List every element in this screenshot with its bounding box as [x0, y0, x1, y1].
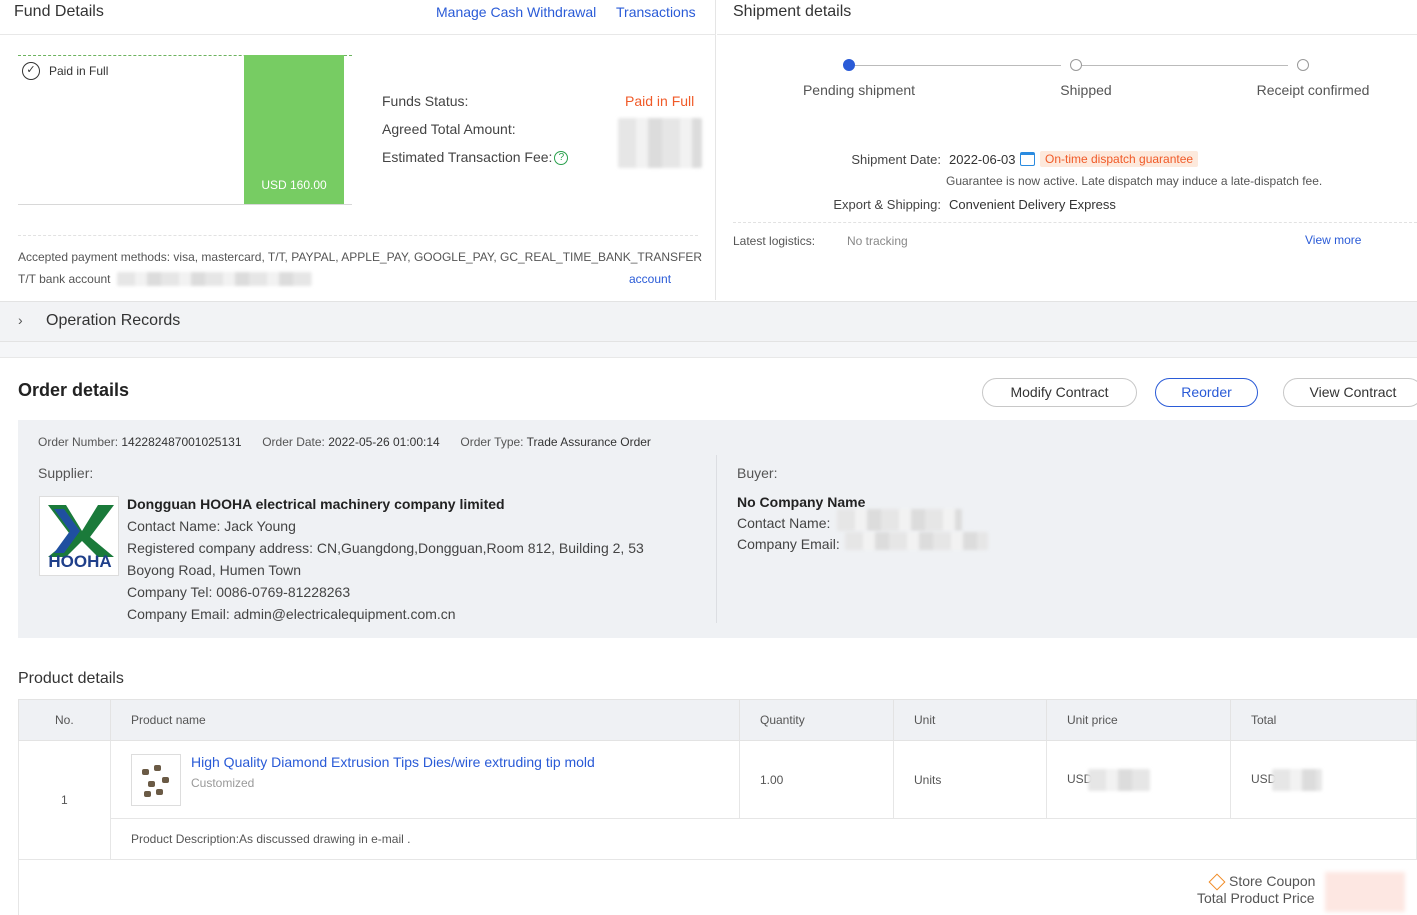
- supplier-info: Dongguan HOOHA electrical machinery comp…: [127, 493, 687, 625]
- product-details-title: Product details: [18, 670, 124, 687]
- row-unit-price: USD: [1046, 740, 1231, 819]
- total-product-price-label: Total Product Price: [1197, 890, 1315, 906]
- product-name-link[interactable]: High Quality Diamond Extrusion Tips Dies…: [191, 754, 595, 770]
- step-connector: [855, 65, 1061, 66]
- product-description: Product Description:As discussed drawing…: [110, 818, 1417, 860]
- modify-contract-button[interactable]: Modify Contract: [982, 378, 1137, 407]
- step-dot-shipped: [1070, 59, 1082, 71]
- header-unit: Unit: [893, 699, 1047, 741]
- order-date-label: Order Date:: [262, 435, 325, 449]
- header-total: Total: [1230, 699, 1417, 741]
- table-header-row: No. Product name Quantity Unit Unit pric…: [18, 699, 1417, 741]
- reorder-button[interactable]: Reorder: [1155, 378, 1258, 407]
- accepted-payment-methods: Accepted payment methods: visa, masterca…: [18, 250, 703, 264]
- paid-in-full-legend: Paid in Full: [49, 64, 109, 78]
- operation-records-title[interactable]: Operation Records: [46, 312, 180, 330]
- help-icon[interactable]: ?: [554, 151, 569, 166]
- estimated-fee-row: Estimated Transaction Fee:?: [382, 149, 569, 166]
- step-label-shipped: Shipped: [1060, 82, 1112, 98]
- store-coupon-label[interactable]: Store Coupon: [1229, 873, 1315, 889]
- supplier-contact: Contact Name: Jack Young: [127, 518, 296, 534]
- redacted-summary-amounts: [1325, 872, 1405, 912]
- redacted-unit-price: [1088, 768, 1151, 791]
- calendar-icon[interactable]: [1020, 152, 1035, 166]
- step-label-pending: Pending shipment: [802, 82, 916, 98]
- header-unit-price: Unit price: [1046, 699, 1231, 741]
- table-row: 1 High Quality Diamond Extrusion Tips Di…: [18, 740, 1417, 860]
- fund-divider: [18, 235, 698, 236]
- supplier-label: Supplier:: [38, 465, 94, 481]
- redacted-bank-account: [117, 272, 312, 286]
- order-type-label: Order Type:: [460, 435, 524, 449]
- agreed-total-label: Agreed Total Amount:: [382, 121, 516, 137]
- row-total: USD: [1230, 740, 1417, 819]
- guarantee-note: Guarantee is now active. Late dispatch m…: [946, 174, 1323, 188]
- bank-account-link[interactable]: account: [629, 272, 671, 286]
- step-dot-receipt: [1297, 59, 1309, 71]
- table-description-row: Product Description:As discussed drawing…: [19, 818, 1417, 860]
- funds-status-value: Paid in Full: [625, 93, 695, 109]
- view-contract-button[interactable]: View Contract: [1283, 378, 1417, 407]
- fund-details-title: Fund Details: [14, 3, 104, 20]
- step-label-receipt: Receipt confirmed: [1256, 82, 1370, 98]
- supplier-address: Registered company address: CN,Guangdong…: [127, 540, 644, 578]
- operation-records-bar[interactable]: [0, 301, 1417, 342]
- order-number-label: Order Number:: [38, 435, 119, 449]
- step-connector: [1082, 65, 1288, 66]
- supplier-email: Company Email: admin@electricalequipment…: [127, 606, 456, 622]
- supplier-name: Dongguan HOOHA electrical machinery comp…: [127, 496, 505, 512]
- buyer-label: Buyer:: [737, 465, 778, 481]
- view-more-link[interactable]: View more: [1305, 233, 1361, 247]
- order-number-value: 142282487001025131: [121, 435, 242, 449]
- redacted-buyer-email: [845, 532, 988, 550]
- dispatch-guarantee-badge: On-time dispatch guarantee: [1040, 151, 1199, 167]
- header-product-name: Product name: [110, 699, 740, 741]
- row-quantity: 1.00: [739, 740, 894, 819]
- row-product-cell: High Quality Diamond Extrusion Tips Dies…: [110, 740, 740, 819]
- order-details-title: Order details: [18, 380, 130, 400]
- redacted-buyer-contact: [837, 509, 962, 531]
- funds-status-label: Funds Status:: [382, 93, 469, 109]
- product-customized-tag: Customized: [191, 775, 255, 790]
- shipment-divider: [733, 222, 1417, 223]
- header-quantity: Quantity: [739, 699, 894, 741]
- row-unit: Units: [893, 740, 1047, 819]
- row-no: 1: [18, 740, 111, 860]
- tt-bank-account-label: T/T bank account: [18, 272, 111, 286]
- export-shipping-label: Export & Shipping:: [833, 197, 941, 212]
- order-meta: Order Number: 142282487001025131 Order D…: [38, 435, 651, 449]
- section-gap: [0, 342, 1417, 358]
- check-circle-icon: ✓: [22, 62, 40, 80]
- step-dot-pending: [843, 59, 855, 71]
- transactions-link[interactable]: Transactions: [616, 4, 696, 20]
- paid-amount-label: USD 160.00: [261, 178, 327, 192]
- latest-logistics-label: Latest logistics:: [733, 234, 816, 248]
- latest-logistics-value: No tracking: [847, 234, 908, 248]
- order-type-value: Trade Assurance Order: [526, 435, 651, 449]
- supplier-tel: Company Tel: 0086-0769-81228263: [127, 584, 351, 600]
- supplier-buyer-divider: [716, 455, 717, 623]
- product-table: No. Product name Quantity Unit Unit pric…: [18, 699, 1417, 860]
- shipment-date-label: Shipment Date:: [851, 152, 941, 167]
- shipment-date-value: 2022-06-03: [949, 152, 1016, 167]
- redacted-total: [1272, 768, 1323, 791]
- export-shipping-value: Convenient Delivery Express: [949, 197, 1116, 212]
- product-thumbnail[interactable]: [131, 753, 181, 806]
- shipment-details-title: Shipment details: [733, 3, 852, 20]
- manage-cash-withdrawal-link[interactable]: Manage Cash Withdrawal: [436, 4, 596, 20]
- header-no: No.: [18, 699, 111, 741]
- supplier-logo-text: HOOHA: [48, 552, 111, 571]
- chevron-right-icon[interactable]: ›: [18, 312, 23, 328]
- fund-details-header: [0, 0, 716, 35]
- estimated-fee-label: Estimated Transaction Fee:: [382, 149, 553, 165]
- price-summary: [18, 859, 1417, 915]
- redacted-amounts: [618, 118, 702, 168]
- order-date-value: 2022-05-26 01:00:14: [328, 435, 440, 449]
- supplier-logo[interactable]: HOOHA: [39, 496, 119, 576]
